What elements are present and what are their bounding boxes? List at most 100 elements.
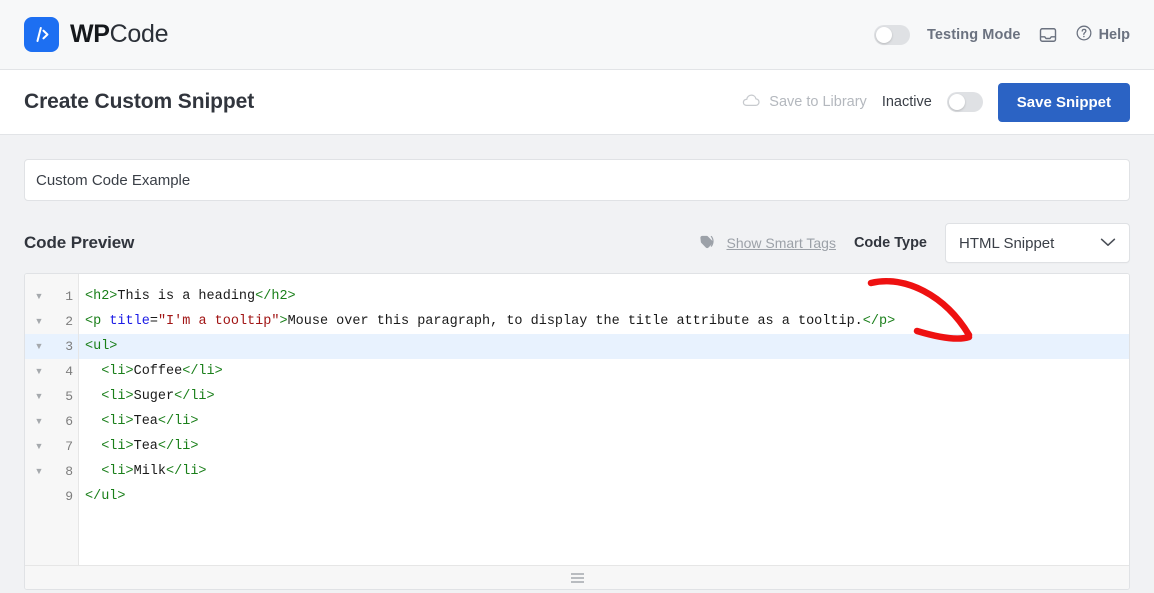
save-to-library-label: Save to Library bbox=[769, 94, 867, 110]
line-number: 4 bbox=[65, 364, 73, 379]
tag-icon bbox=[699, 234, 718, 253]
code-token-tag: <p bbox=[85, 314, 110, 329]
code-type-dropdown[interactable]: HTML Snippet bbox=[945, 223, 1130, 263]
brand-name-light: Code bbox=[109, 20, 169, 48]
top-bar: WPCode Testing Mode Help bbox=[0, 0, 1154, 70]
code-preview-toolbar: Code Preview Show Smart Tags Code Type H… bbox=[24, 223, 1130, 263]
line-number: 5 bbox=[65, 389, 73, 404]
code-token-tag: <li> bbox=[101, 414, 134, 429]
code-token-txt: This is a heading bbox=[117, 289, 256, 304]
code-editor[interactable]: ▼ ▼ ▼ ▼ ▼ ▼ ▼ ▼ 123456789 <h2>This is a heading… bbox=[24, 273, 1130, 590]
show-smart-tags-label[interactable]: Show Smart Tags bbox=[726, 235, 835, 251]
code-token-tag: <ul> bbox=[85, 339, 118, 354]
help-link[interactable]: Help bbox=[1075, 24, 1130, 46]
inbox-tray-icon[interactable] bbox=[1038, 25, 1058, 45]
code-line[interactable]: <p title="I'm a tooltip">Mouse over this… bbox=[79, 309, 1129, 334]
testing-mode-label: Testing Mode bbox=[927, 26, 1021, 43]
toggle-knob bbox=[876, 26, 892, 43]
fold-toggle-icon[interactable]: ▼ bbox=[25, 459, 53, 484]
code-token-tag: <li> bbox=[101, 364, 134, 379]
toggle-knob bbox=[948, 94, 965, 110]
show-smart-tags-button[interactable]: Show Smart Tags bbox=[699, 234, 836, 253]
code-line[interactable]: <li>Tea</li> bbox=[79, 434, 1129, 459]
editor-resize-handle[interactable] bbox=[25, 565, 1129, 589]
line-number: 2 bbox=[65, 314, 73, 329]
fold-toggle-icon[interactable]: ▼ bbox=[25, 434, 53, 459]
code-token-tag: </p> bbox=[862, 314, 896, 329]
code-line[interactable]: <h2>This is a heading</h2> bbox=[79, 284, 1129, 309]
code-token-tag: > bbox=[279, 314, 288, 329]
code-line[interactable]: <li>Coffee</li> bbox=[79, 359, 1129, 384]
line-number-gutter: 1 2 3 4 5 6 7 8 9 bbox=[53, 274, 79, 565]
code-token-tag: <h2> bbox=[85, 289, 118, 304]
code-fold-gutter[interactable]: ▼ ▼ ▼ ▼ ▼ ▼ ▼ ▼ bbox=[25, 274, 53, 565]
testing-mode-toggle[interactable] bbox=[874, 24, 910, 45]
code-token-tag: </li> bbox=[166, 464, 207, 479]
code-line[interactable]: <ul> bbox=[79, 334, 1129, 359]
fold-toggle-icon[interactable]: ▼ bbox=[25, 409, 53, 434]
save-snippet-button[interactable]: Save Snippet bbox=[997, 82, 1130, 122]
line-number: 1 bbox=[65, 289, 73, 304]
main-content: Code Preview Show Smart Tags Code Type H… bbox=[0, 135, 1154, 593]
code-type-label: Code Type bbox=[853, 235, 927, 251]
code-type-value: HTML Snippet bbox=[959, 234, 1055, 252]
line-number: 8 bbox=[65, 464, 73, 479]
line-number: 3 bbox=[53, 334, 78, 359]
code-token-txt: Suger bbox=[133, 389, 175, 404]
snippet-title-input[interactable] bbox=[24, 159, 1130, 201]
snippet-active-toggle[interactable] bbox=[946, 92, 983, 112]
code-token-txt: Tea bbox=[133, 439, 158, 454]
code-token-tag: </h2> bbox=[255, 289, 296, 304]
fold-toggle-icon[interactable]: ▼ bbox=[25, 284, 53, 309]
code-token-tag: </li> bbox=[182, 364, 223, 379]
line-number: 7 bbox=[65, 439, 73, 454]
line-number: 6 bbox=[65, 414, 73, 429]
brand-logo[interactable]: WPCode bbox=[24, 17, 169, 52]
page-title: Create Custom Snippet bbox=[24, 90, 255, 113]
code-editor-body[interactable]: ▼ ▼ ▼ ▼ ▼ ▼ ▼ ▼ 123456789 <h2>This is a heading… bbox=[25, 274, 1129, 565]
save-to-library-button[interactable]: Save to Library bbox=[741, 92, 867, 112]
code-token-txt: Coffee bbox=[133, 364, 183, 379]
chevron-down-icon bbox=[1100, 235, 1116, 252]
code-text-area[interactable]: <h2>This is a heading</h2> <p title="I'm … bbox=[79, 274, 1129, 565]
code-token-tag: <li> bbox=[101, 389, 134, 404]
brand-name: WPCode bbox=[70, 20, 169, 49]
code-token-val: "I'm a tooltip" bbox=[157, 314, 280, 329]
code-preview-toolbar-right: Show Smart Tags Code Type HTML Snippet bbox=[699, 223, 1130, 263]
code-token-tag: <li> bbox=[101, 464, 134, 479]
snippet-status-label: Inactive bbox=[881, 94, 932, 110]
code-line[interactable]: <li>Tea</li> bbox=[79, 409, 1129, 434]
code-token-tag: </li> bbox=[174, 389, 215, 404]
code-slash-icon bbox=[24, 17, 59, 52]
question-circle-icon bbox=[1075, 24, 1093, 46]
fold-toggle-icon[interactable]: ▼ bbox=[25, 334, 53, 359]
code-token-tag: </li> bbox=[157, 439, 199, 454]
code-token-attr: title bbox=[109, 314, 150, 329]
code-line[interactable]: </ul> bbox=[79, 484, 1129, 509]
resize-grip-icon bbox=[570, 572, 584, 583]
fold-toggle-icon[interactable]: ▼ bbox=[25, 384, 53, 409]
code-token-tag: </li> bbox=[157, 414, 199, 429]
fold-toggle-icon[interactable]: ▼ bbox=[25, 359, 53, 384]
fold-toggle-icon[interactable]: ▼ bbox=[25, 309, 53, 334]
code-token-tag: </ul> bbox=[85, 489, 126, 504]
code-token-txt: Milk bbox=[133, 464, 167, 479]
code-line[interactable]: <li>Milk</li> bbox=[79, 459, 1129, 484]
code-token-txt: Mouse over this paragraph, to display th… bbox=[287, 314, 863, 329]
code-token-tag: <li> bbox=[101, 439, 134, 454]
brand-name-bold: WP bbox=[70, 20, 110, 48]
page-header-actions: Save to Library Inactive Save Snippet bbox=[741, 82, 1130, 122]
help-label: Help bbox=[1098, 26, 1130, 43]
line-number: 9 bbox=[65, 489, 73, 504]
code-token-txt: = bbox=[149, 314, 158, 329]
code-line[interactable]: <li>Suger</li> bbox=[79, 384, 1129, 409]
top-bar-actions: Testing Mode Help bbox=[874, 24, 1130, 46]
code-token-txt: Tea bbox=[133, 414, 158, 429]
cloud-icon bbox=[741, 92, 761, 112]
